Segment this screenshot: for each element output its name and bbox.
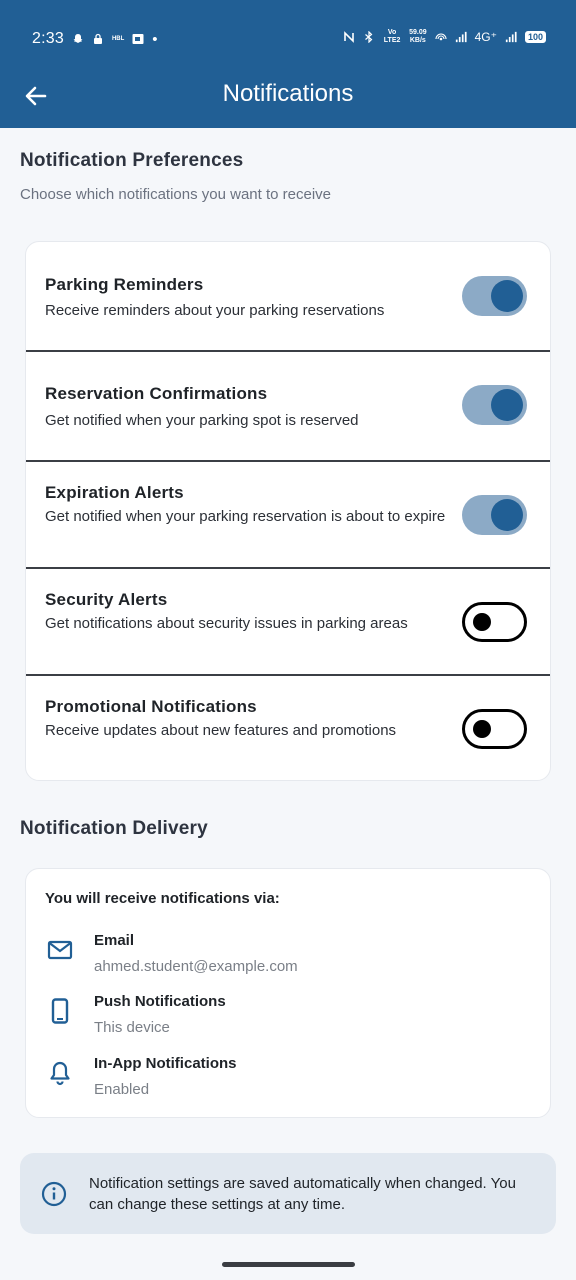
network-speed: 59.09 KB/s <box>409 29 427 45</box>
toggle-knob <box>491 389 523 421</box>
nfc-icon <box>344 31 354 43</box>
toggle-knob <box>473 613 491 631</box>
toggle-security-alerts[interactable] <box>462 602 527 642</box>
speed-unit: KB/s <box>409 37 426 44</box>
delivery-channel-push: Push Notifications This device <box>26 993 550 1049</box>
pref-description: Get notifications about security issues … <box>45 615 408 632</box>
channel-label: In-App Notifications <box>94 1055 237 1072</box>
pref-title: Expiration Alerts <box>45 483 184 502</box>
toggle-knob <box>491 280 523 312</box>
pref-row-promotional-notifications: Promotional Notifications Receive update… <box>26 676 552 780</box>
delivery-heading: You will receive notifications via: <box>45 890 280 907</box>
pref-title: Security Alerts <box>45 590 168 609</box>
toggle-knob <box>473 720 491 738</box>
toggle-parking-reminders[interactable] <box>462 276 527 316</box>
pref-row-reservation-confirmations: Reservation Confirmations Get notified w… <box>26 352 552 460</box>
battery-indicator: 100 <box>524 31 546 43</box>
channel-label: Email <box>94 932 135 949</box>
pref-description: Get notified when your parking spot is r… <box>45 412 359 429</box>
pref-title: Promotional Notifications <box>45 697 257 716</box>
page-title: Notifications <box>222 80 354 107</box>
network-type: 4G⁺ <box>474 30 497 44</box>
phone-icon <box>51 998 69 1024</box>
channel-value: Enabled <box>94 1081 150 1098</box>
home-indicator[interactable] <box>222 1262 355 1267</box>
pref-title: Parking Reminders <box>45 275 204 294</box>
signal-icon-1 <box>455 31 467 43</box>
toggle-promotional-notifications[interactable] <box>462 709 527 749</box>
info-box: Notification settings are saved automati… <box>20 1153 556 1234</box>
hbl-label: HBL <box>111 36 125 42</box>
bluetooth-icon <box>365 31 373 43</box>
info-icon <box>41 1181 67 1207</box>
pref-title: Reservation Confirmations <box>45 384 268 403</box>
pref-row-security-alerts: Security Alerts Get notifications about … <box>26 569 552 675</box>
speed-value: 59.09 <box>409 29 427 36</box>
status-time: 2:33 <box>32 30 64 47</box>
hotspot-icon <box>435 33 447 41</box>
preferences-card: Parking Reminders Receive reminders abou… <box>25 241 551 781</box>
status-bar: 2:33 HBL • Vo LTE2 59.09 KB/s 4G⁺ 100 <box>0 0 576 64</box>
delivery-card: You will receive notifications via: Emai… <box>25 868 551 1118</box>
preferences-title: Notification Preferences <box>20 150 244 171</box>
app-bar: Notifications <box>0 64 576 128</box>
volte-label: Vo LTE2 <box>383 29 401 44</box>
bell-icon <box>50 1061 70 1086</box>
snapchat-icon <box>73 34 83 43</box>
pref-row-expiration-alerts: Expiration Alerts Get notified when your… <box>26 462 552 568</box>
pref-description: Get notified when your parking reservati… <box>45 508 446 525</box>
toggle-knob <box>491 499 523 531</box>
pref-row-parking-reminders: Parking Reminders Receive reminders abou… <box>26 242 552 350</box>
toggle-reservation-confirmations[interactable] <box>462 385 527 425</box>
channel-value: This device <box>94 1019 170 1036</box>
pref-description: Receive reminders about your parking res… <box>45 302 385 319</box>
status-bar-left: 2:33 HBL • <box>32 30 158 48</box>
delivery-title: Notification Delivery <box>20 818 208 839</box>
status-dot: • <box>152 30 158 48</box>
app-notification-icon <box>132 34 144 44</box>
toggle-expiration-alerts[interactable] <box>462 495 527 535</box>
delivery-channel-email: Email ahmed.student@example.com <box>26 932 550 988</box>
lock-icon <box>93 33 102 44</box>
channel-label: Push Notifications <box>94 993 226 1010</box>
delivery-channel-in-app: In-App Notifications Enabled <box>26 1055 550 1111</box>
mail-icon <box>47 940 73 960</box>
preferences-subtitle: Choose which notifications you want to r… <box>20 186 332 203</box>
channel-value: ahmed.student@example.com <box>94 958 298 975</box>
status-bar-right: Vo LTE2 59.09 KB/s 4G⁺ 100 <box>343 29 546 45</box>
signal-icon-2 <box>505 31 517 43</box>
pref-description: Receive updates about new features and p… <box>45 722 397 739</box>
info-text: Notification settings are saved automati… <box>89 1175 516 1213</box>
